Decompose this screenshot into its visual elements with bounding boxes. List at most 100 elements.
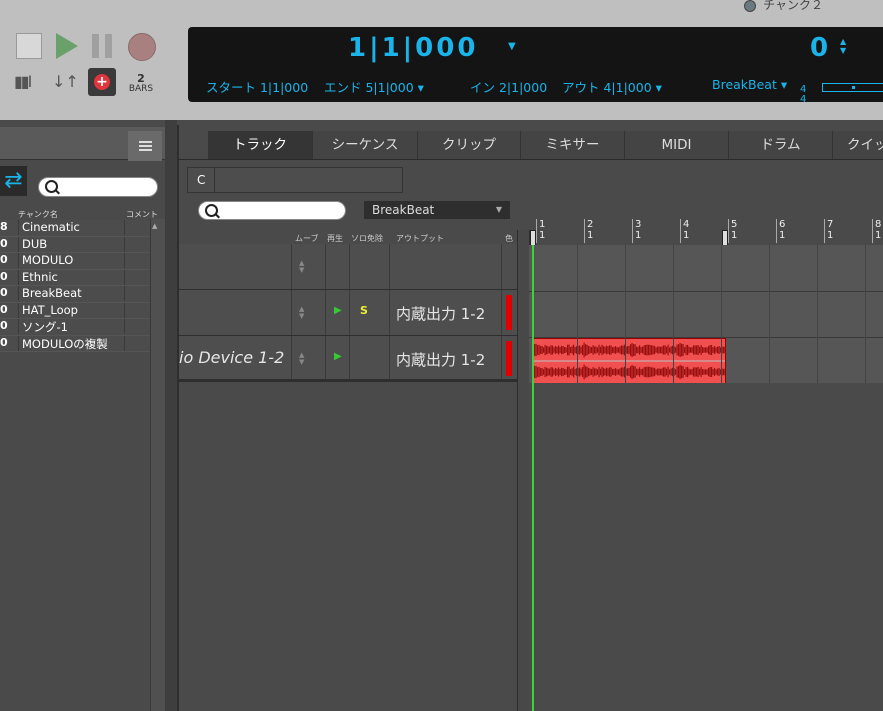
in-locator[interactable]: イン 2|1|000: [470, 77, 547, 96]
track-output[interactable]: 内蔵出力 1-2: [396, 349, 485, 370]
chunk-row[interactable]: 0 BreakBeat: [0, 286, 150, 303]
start-locator[interactable]: スタート 1|1|000: [206, 77, 308, 96]
bar-label: 81: [875, 219, 882, 241]
sequence-select[interactable]: BreakBeat ▼: [364, 201, 510, 219]
search-icon: [45, 180, 58, 193]
sequence-selector[interactable]: BreakBeat ▾: [712, 77, 787, 92]
col-solo: ソロ免除: [351, 234, 383, 243]
track-color-swatch[interactable]: [506, 295, 512, 330]
col-color: 色: [505, 234, 513, 243]
main-panel: トラック シーケンス クリップ ミキサー MIDI ドラム クイッ C Brea…: [177, 125, 883, 711]
chunk-panel-header: [0, 127, 165, 161]
bar-label: 41: [683, 219, 690, 241]
search-icon: [205, 204, 218, 217]
document-icon: [744, 0, 756, 12]
out-locator[interactable]: アウト 4|1|000 ▾: [562, 77, 662, 96]
tempo-readout[interactable]: 0: [810, 33, 828, 63]
loop-marker[interactable]: [722, 230, 728, 246]
tab-drum[interactable]: ドラム: [729, 131, 833, 159]
menu-icon[interactable]: [128, 131, 162, 161]
timeline: 11 21 31 41 51 61 71 81: [529, 217, 883, 711]
chunk-scrollbar[interactable]: [150, 219, 166, 711]
tab-midi[interactable]: MIDI: [625, 131, 729, 159]
bar-tick: [632, 219, 633, 243]
window-title: チャンク２: [763, 0, 823, 12]
top-toolbar: チャンク２ ▮▮I ↓↑ + 2 BARS 1|1|000 ▼ 0 ▲ ▼ スター…: [0, 0, 883, 120]
scroll-up-icon[interactable]: ▲: [152, 222, 157, 230]
timeline-empty-area[interactable]: [529, 383, 883, 711]
track-color-swatch[interactable]: [506, 341, 512, 376]
pause-button[interactable]: [92, 34, 114, 58]
chunk-name: BreakBeat: [22, 286, 82, 300]
chunk-row[interactable]: 0 MODULO: [0, 253, 150, 270]
panel-divider[interactable]: [165, 120, 177, 711]
track-row[interactable]: ▲ ▼: [179, 244, 517, 290]
chunk-row[interactable]: 0 HAT_Loop: [0, 302, 150, 319]
tab-clip[interactable]: クリップ: [418, 131, 521, 159]
tab-track[interactable]: トラック: [208, 131, 313, 159]
timeline-lanes[interactable]: [529, 245, 883, 384]
position-readout[interactable]: 1|1|000: [348, 33, 478, 63]
chunk-count: 0: [0, 302, 8, 316]
track-row[interactable]: io Device 1-2 ▲ ▼ ▶ 内蔵出力 1-2: [179, 336, 517, 382]
record-button[interactable]: [128, 33, 156, 61]
col-chunk-name[interactable]: チャンク名: [18, 209, 58, 220]
bar-tick: [680, 219, 681, 243]
bar-label: 31: [635, 219, 642, 241]
chunk-row[interactable]: 0 DUB: [0, 236, 150, 253]
loop-range-bar[interactable]: [822, 83, 883, 92]
tab-mixer[interactable]: ミキサー: [521, 131, 625, 159]
tab-quick[interactable]: クイッ: [833, 131, 883, 159]
chunk-count: 8: [0, 220, 8, 233]
meter-icon[interactable]: ▮▮I: [14, 72, 32, 91]
loop-marker[interactable]: [530, 230, 536, 246]
track-name[interactable]: io Device 1-2: [179, 348, 284, 367]
chunk-list: 8 Cinematic 0 DUB 0 MODULO 0 Ethnic 0 BreakBe…: [0, 220, 150, 352]
chunk-name: Ethnic: [22, 269, 58, 284]
track-column-header: ムーブ 再生 ソロ免除 アウトプット 色: [179, 230, 517, 244]
track-row[interactable]: ▲ ▼ ▶ S 内蔵出力 1-2: [179, 290, 517, 336]
chunk-row[interactable]: 0 ソング-1: [0, 319, 150, 336]
chunk-count: 0: [0, 286, 8, 299]
mute-stepper-icon[interactable]: ▲ ▼: [299, 306, 304, 320]
play-indicator-icon[interactable]: ▶: [334, 351, 342, 362]
chunk-row[interactable]: 8 Cinematic: [0, 220, 150, 237]
audio-clip[interactable]: [533, 338, 726, 384]
sig-bottom: 4: [800, 94, 807, 105]
col-play: 再生: [327, 234, 343, 243]
bars-label: BARS: [128, 84, 154, 94]
playhead[interactable]: [532, 245, 534, 711]
bar-label: 11: [539, 219, 546, 241]
tab-divider: [179, 159, 883, 160]
bar-tick: [824, 219, 825, 243]
time-signature[interactable]: 44: [800, 85, 806, 105]
chunk-name: MODULO: [22, 253, 74, 267]
loop-icon[interactable]: ⇄: [0, 166, 27, 196]
timeline-ruler[interactable]: 11 21 31 41 51 61 71 81: [529, 217, 883, 246]
track-output[interactable]: 内蔵出力 1-2: [396, 303, 485, 324]
play-button[interactable]: [56, 33, 78, 59]
chunk-count: 0: [0, 269, 8, 283]
mute-stepper-icon[interactable]: ▲ ▼: [299, 352, 304, 366]
bar-label: 71: [827, 219, 834, 241]
chunk-row[interactable]: 0 Ethnic: [0, 269, 150, 286]
tab-sequence[interactable]: シーケンス: [313, 131, 418, 159]
chevron-down-icon[interactable]: ▼: [508, 41, 516, 52]
plus-icon: +: [94, 74, 110, 90]
col-output: アウトプット: [396, 234, 444, 243]
nudge-arrows-icon[interactable]: ↓↑: [52, 72, 79, 91]
end-locator[interactable]: エンド 5|1|000 ▾: [324, 77, 424, 96]
mute-stepper-icon[interactable]: ▲ ▼: [299, 260, 304, 274]
chunk-column-header: チャンク名 コメント: [0, 207, 165, 219]
track-search-input[interactable]: [198, 201, 346, 220]
chunk-search-input[interactable]: [38, 177, 158, 197]
add-button[interactable]: +: [88, 68, 116, 96]
stepper-icon[interactable]: ▲ ▼: [840, 37, 846, 55]
sequence-select-value: BreakBeat: [372, 203, 435, 217]
play-indicator-icon[interactable]: ▶: [334, 305, 342, 316]
tab-bar: トラック シーケンス クリップ ミキサー MIDI ドラム クイッ: [179, 128, 883, 159]
chunk-row[interactable]: 0 MODULOの複製: [0, 335, 150, 352]
c-field[interactable]: C: [187, 167, 403, 193]
solo-indicator[interactable]: S: [360, 304, 368, 317]
stop-button[interactable]: [16, 33, 42, 59]
